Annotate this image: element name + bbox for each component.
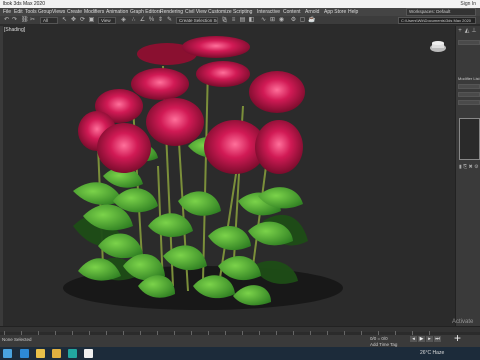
prev-frame-icon[interactable]: ◂	[410, 336, 417, 342]
material-editor-icon[interactable]: ◉	[278, 17, 285, 24]
menu-civil-view[interactable]: Civil View	[185, 9, 207, 15]
snap-icon[interactable]: ∴	[130, 17, 137, 24]
taskbar-app-chrome-icon[interactable]	[36, 349, 45, 358]
selection-filter-dropdown[interactable]: All	[40, 17, 58, 24]
menu-modifiers[interactable]: Modifiers	[84, 9, 104, 15]
object-name-field[interactable]	[458, 40, 480, 45]
menu-app-store[interactable]: App Store	[324, 9, 346, 15]
taskbar-app-folder-icon[interactable]	[52, 349, 61, 358]
taskbar-app-edge-icon[interactable]	[20, 349, 29, 358]
modifier-button-2[interactable]	[458, 100, 480, 105]
angle-snap-icon[interactable]: ∠	[139, 17, 146, 24]
menu-rendering[interactable]: Rendering	[160, 9, 183, 15]
menu-bar: File Edit Tools Group Views Create Modif…	[0, 8, 480, 16]
window-title: lbok 3ds Max 2020	[3, 1, 45, 7]
viewcube-icon[interactable]	[428, 40, 448, 54]
menu-help[interactable]: Help	[348, 9, 358, 15]
weather-widget[interactable]: 26°C Haze	[420, 350, 444, 356]
modifier-stack[interactable]	[459, 118, 480, 160]
modify-tab-icon[interactable]: ◭	[464, 28, 470, 35]
start-icon[interactable]	[3, 349, 12, 358]
coord-readout: 0/0 = 0/0	[370, 336, 388, 341]
layer-icon[interactable]: ▤	[239, 17, 246, 24]
sign-in-link[interactable]: Sign In	[460, 1, 476, 7]
play-icon[interactable]: ▶	[418, 336, 425, 342]
modifier-button-1[interactable]	[458, 92, 480, 97]
curve-editor-icon[interactable]: ∿	[260, 17, 267, 24]
menu-graph-editors[interactable]: Graph Editors	[130, 9, 161, 15]
render-teapot-icon[interactable]: ☕	[308, 17, 315, 24]
command-panel: + ◭ ⊥ Modifier List ▮ ⎘ ✖ ⚙	[455, 26, 480, 326]
taskbar-app-3dsmax-icon[interactable]	[68, 349, 77, 358]
mirror-icon[interactable]: ⧎	[221, 17, 228, 24]
status-bar: None Selected 0/0 = 0/0 Add Time Tag ◂ ▶…	[0, 335, 480, 347]
command-panel-tabs: + ◭ ⊥	[457, 28, 480, 36]
menu-content[interactable]: Content	[283, 9, 301, 15]
named-selection-icon[interactable]: ✎	[166, 17, 173, 24]
rotate-icon[interactable]: ⟳	[79, 17, 86, 24]
activation-watermark: Activate	[452, 319, 474, 325]
menu-group[interactable]: Group	[38, 9, 52, 15]
percent-snap-icon[interactable]: %	[148, 17, 155, 24]
graphite-icon[interactable]: ◧	[248, 17, 255, 24]
hierarchy-tab-icon[interactable]: ⊥	[471, 28, 477, 35]
menu-file[interactable]: File	[3, 9, 11, 15]
menu-edit[interactable]: Edit	[14, 9, 23, 15]
menu-arnold[interactable]: Arnold	[305, 9, 319, 15]
undo-icon[interactable]: ↶	[3, 17, 10, 24]
plus-icon[interactable]: +	[452, 332, 463, 344]
project-path-field[interactable]: C:\Users\Wk\Documents\3ds Max 2020	[398, 17, 476, 24]
modifier-list-dropdown[interactable]	[458, 84, 480, 89]
schematic-icon[interactable]: ⊞	[269, 17, 276, 24]
align-icon[interactable]: ≡	[230, 17, 237, 24]
menu-create[interactable]: Create	[67, 9, 82, 15]
perspective-viewport[interactable]: [Shading]	[3, 26, 454, 326]
scale-icon[interactable]: ▣	[88, 17, 95, 24]
modifier-list-label: Modifier List	[458, 76, 480, 81]
spinner-snap-icon[interactable]: ⇕	[157, 17, 164, 24]
workspace-selector[interactable]: Workspaces: Default	[406, 8, 476, 16]
selection-status: None Selected	[2, 337, 32, 342]
selection-set-dropdown[interactable]: Create Selection Set	[176, 17, 218, 24]
pivot-icon[interactable]: ◈	[120, 17, 127, 24]
render-frame-icon[interactable]: ▢	[299, 17, 306, 24]
create-tab-icon[interactable]: +	[457, 28, 463, 35]
move-icon[interactable]: ✥	[70, 17, 77, 24]
title-bar: lbok 3ds Max 2020 Sign In	[0, 0, 480, 8]
menu-scripting[interactable]: Scripting	[233, 9, 252, 15]
flower-bush-render	[63, 36, 343, 310]
redo-icon[interactable]: ↷	[11, 17, 18, 24]
main-toolbar: ↶ ↷ ⛓ ✂ All ↖ ✥ ⟳ ▣ View ◈ ∴ ∠ % ⇕ ✎ Cre…	[0, 16, 480, 25]
menu-tools[interactable]: Tools	[25, 9, 37, 15]
select-icon[interactable]: ↖	[61, 17, 68, 24]
render-setup-icon[interactable]: ⚙	[290, 17, 297, 24]
menu-customize[interactable]: Customize	[208, 9, 232, 15]
reference-coord-dropdown[interactable]: View	[98, 17, 116, 24]
menu-animation[interactable]: Animation	[106, 9, 128, 15]
menu-views[interactable]: Views	[52, 9, 65, 15]
menu-interactive[interactable]: Interactive	[257, 9, 280, 15]
taskbar-app-other-icon[interactable]	[84, 349, 93, 358]
windows-taskbar: 26°C Haze	[0, 347, 480, 360]
modifier-stack-icons[interactable]: ▮ ⎘ ✖ ⚙	[459, 164, 479, 170]
link-icon[interactable]: ⛓	[21, 17, 29, 24]
next-frame-icon[interactable]: ▸	[426, 336, 433, 342]
unlink-icon[interactable]: ✂	[29, 17, 36, 24]
goto-end-icon[interactable]: ⏭	[434, 336, 441, 342]
